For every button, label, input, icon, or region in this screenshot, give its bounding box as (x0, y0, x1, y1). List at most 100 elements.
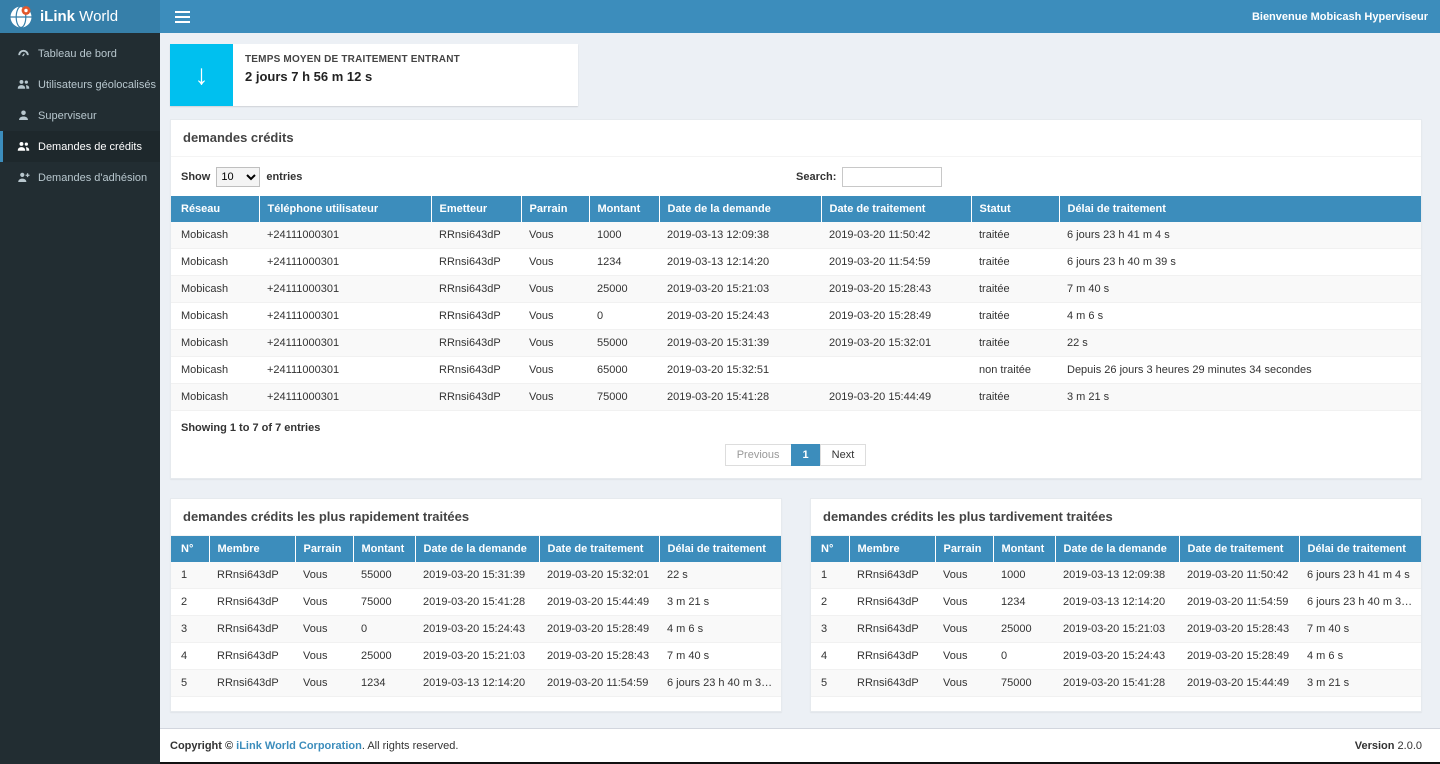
search-input[interactable] (842, 167, 942, 187)
table-cell: 2019-03-20 15:24:43 (415, 616, 539, 643)
table-cell: 2019-03-20 15:21:03 (415, 643, 539, 670)
table-row: 2RRnsi643dPVous12342019-03-13 12:14:2020… (811, 589, 1421, 616)
table-cell: Vous (935, 589, 993, 616)
table-cell: RRnsi643dP (849, 643, 935, 670)
table-cell: Mobicash (171, 222, 259, 249)
table-cell: 2019-03-20 15:31:39 (659, 330, 821, 357)
table-cell: 2019-03-20 15:41:28 (1055, 670, 1179, 697)
column-header[interactable]: Montant (993, 536, 1055, 562)
column-header[interactable]: Parrain (935, 536, 993, 562)
table-row: Mobicash+24111000301RRnsi643dPVous100020… (171, 222, 1421, 249)
app-title: iLink World (40, 8, 118, 25)
column-header[interactable]: Date de traitement (821, 196, 971, 222)
column-header[interactable]: Téléphone utilisateur (259, 196, 431, 222)
table-cell: 4 m 6 s (1059, 303, 1421, 330)
table-cell: 2019-03-20 11:54:59 (821, 249, 971, 276)
column-header[interactable]: Délai de traitement (659, 536, 781, 562)
table-row: Mobicash+24111000301RRnsi643dPVous02019-… (171, 303, 1421, 330)
column-header[interactable]: Réseau (171, 196, 259, 222)
table-cell: Vous (295, 643, 353, 670)
sidebar-item-superviseur[interactable]: Superviseur (0, 100, 160, 131)
column-header[interactable]: N° (171, 536, 209, 562)
column-header[interactable]: Membre (849, 536, 935, 562)
sidebar-item-utilisateurs-geolocalises[interactable]: Utilisateurs géolocalisés (0, 69, 160, 100)
sidebar-item-demandes-de-credits[interactable]: Demandes de crédits (0, 131, 160, 162)
column-header[interactable]: Date de la demande (1055, 536, 1179, 562)
column-header[interactable]: Parrain (521, 196, 589, 222)
pagination-next-button[interactable]: Next (820, 444, 867, 466)
search-control: Search: (796, 167, 1411, 187)
avg-processing-time-info-box: ↓ TEMPS MOYEN DE TRAITEMENT ENTRANT 2 jo… (170, 44, 578, 106)
table-cell: 65000 (589, 357, 659, 384)
column-header[interactable]: Délai de traitement (1059, 196, 1421, 222)
table-cell: 1000 (589, 222, 659, 249)
sidebar-toggle-button[interactable] (160, 0, 204, 33)
table-cell (821, 357, 971, 384)
column-header[interactable]: Statut (971, 196, 1059, 222)
table-cell: 1 (171, 562, 209, 589)
column-header[interactable]: Membre (209, 536, 295, 562)
sidebar-item-demandes-adhesion[interactable]: Demandes d'adhésion (0, 162, 160, 193)
table-cell: 2019-03-20 15:28:49 (539, 616, 659, 643)
app-logo[interactable]: iLink World (0, 0, 160, 33)
table-cell: 1234 (993, 589, 1055, 616)
table-cell: 3 (811, 616, 849, 643)
column-header[interactable]: Montant (353, 536, 415, 562)
pagination-page-1-button[interactable]: 1 (791, 444, 821, 466)
column-header[interactable]: N° (811, 536, 849, 562)
table-cell: non traitée (971, 357, 1059, 384)
table-cell: Mobicash (171, 330, 259, 357)
column-header[interactable]: Date de traitement (539, 536, 659, 562)
show-label: Show (181, 171, 210, 183)
table-cell: Depuis 26 jours 3 heures 29 minutes 34 s… (1059, 357, 1421, 384)
table-cell: 6 jours 23 h 40 m 39 s (1299, 589, 1421, 616)
table-row: 4RRnsi643dPVous250002019-03-20 15:21:032… (171, 643, 781, 670)
hamburger-icon (175, 11, 190, 23)
column-header[interactable]: Délai de traitement (1299, 536, 1421, 562)
table-cell: 2019-03-20 15:32:01 (539, 562, 659, 589)
table-cell: 2019-03-20 15:21:03 (1055, 616, 1179, 643)
table-cell: 55000 (353, 562, 415, 589)
table-cell: 6 jours 23 h 40 m 39 s (1059, 249, 1421, 276)
sidebar-item-label: Demandes d'adhésion (38, 172, 147, 184)
column-header[interactable]: Montant (589, 196, 659, 222)
column-header[interactable]: Date de la demande (415, 536, 539, 562)
table-row: Mobicash+24111000301RRnsi643dPVous550002… (171, 330, 1421, 357)
table-cell: 2019-03-20 15:28:49 (821, 303, 971, 330)
sidebar-nav: Tableau de bord Utilisateurs géolocalisé… (0, 33, 160, 764)
table-cell: 2019-03-20 15:32:01 (821, 330, 971, 357)
column-header[interactable]: Emetteur (431, 196, 521, 222)
table-row: 1RRnsi643dPVous550002019-03-20 15:31:392… (171, 562, 781, 589)
panel-title: demandes crédits les plus rapidement tra… (183, 509, 469, 524)
table-cell: 0 (993, 643, 1055, 670)
table-row: Mobicash+24111000301RRnsi643dPVous123420… (171, 249, 1421, 276)
company-link[interactable]: iLink World Corporation (236, 740, 362, 752)
table-cell: 2019-03-20 15:28:43 (539, 643, 659, 670)
table-cell: 2019-03-20 15:24:43 (1055, 643, 1179, 670)
table-cell: Mobicash (171, 303, 259, 330)
users-location-icon (17, 78, 30, 91)
pagination-previous-button[interactable]: Previous (725, 444, 792, 466)
table-header: N°MembreParrainMontantDate de la demande… (171, 536, 781, 562)
credit-requests-icon (17, 140, 30, 153)
table-cell: 0 (589, 303, 659, 330)
table-row: 5RRnsi643dPVous12342019-03-13 12:14:2020… (171, 670, 781, 697)
table-cell: +24111000301 (259, 357, 431, 384)
table-cell: +24111000301 (259, 330, 431, 357)
sidebar-item-label: Superviseur (38, 110, 97, 122)
table-cell: 75000 (589, 384, 659, 411)
column-header[interactable]: Parrain (295, 536, 353, 562)
table-cell: 2019-03-20 15:28:43 (1179, 616, 1299, 643)
supervisor-icon (17, 109, 30, 122)
slowest-processed-table: N°MembreParrainMontantDate de la demande… (811, 536, 1421, 697)
table-cell: 2019-03-20 15:31:39 (415, 562, 539, 589)
table-row: Mobicash+24111000301RRnsi643dPVous250002… (171, 276, 1421, 303)
column-header[interactable]: Date de traitement (1179, 536, 1299, 562)
sidebar-item-tableau-de-bord[interactable]: Tableau de bord (0, 38, 160, 69)
table-cell: 2019-03-13 12:14:20 (1055, 589, 1179, 616)
entries-select[interactable]: 10 (216, 167, 260, 187)
table-cell: 6 jours 23 h 40 m 39 s (659, 670, 781, 697)
table-cell: RRnsi643dP (431, 222, 521, 249)
column-header[interactable]: Date de la demande (659, 196, 821, 222)
table-cell: Vous (521, 330, 589, 357)
